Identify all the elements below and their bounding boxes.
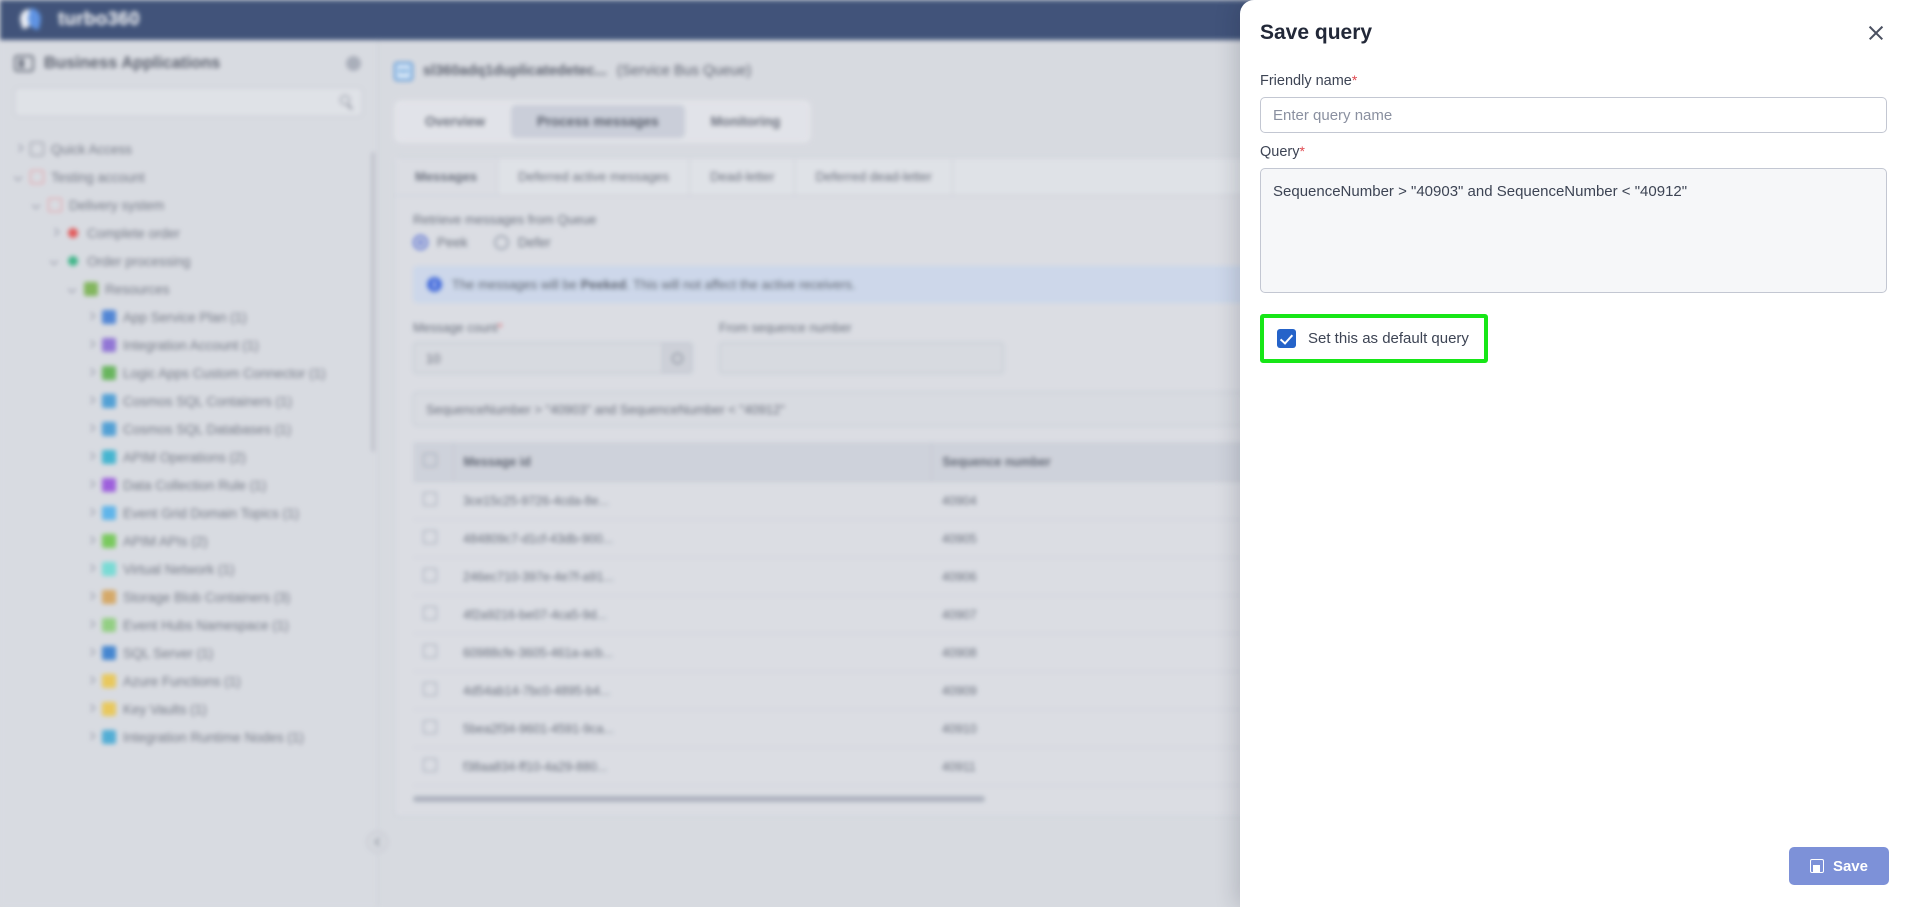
drawer-footer: Save (1240, 847, 1915, 907)
close-icon[interactable] (1863, 20, 1889, 46)
drawer-body: Friendly name* Query* Set this as defaul… (1240, 50, 1915, 847)
friendly-name-label: Friendly name* (1260, 72, 1358, 89)
default-query-highlight: Set this as default query (1260, 314, 1488, 363)
friendly-name-input[interactable] (1260, 97, 1887, 133)
query-textarea[interactable] (1260, 168, 1887, 293)
save-button-label: Save (1832, 857, 1868, 875)
save-query-drawer: Save query Friendly name* Query* Set thi… (1240, 0, 1915, 907)
default-query-checkbox[interactable] (1277, 329, 1296, 348)
floppy-disk-icon (1809, 859, 1824, 873)
drawer-title: Save query (1260, 21, 1373, 44)
drawer-header: Save query (1240, 0, 1915, 50)
default-query-label: Set this as default query (1308, 330, 1469, 347)
save-button[interactable]: Save (1788, 847, 1889, 885)
app-root: turbo360 Business Applications Quick Acc… (0, 0, 1915, 907)
query-label: Query* (1260, 143, 1305, 160)
